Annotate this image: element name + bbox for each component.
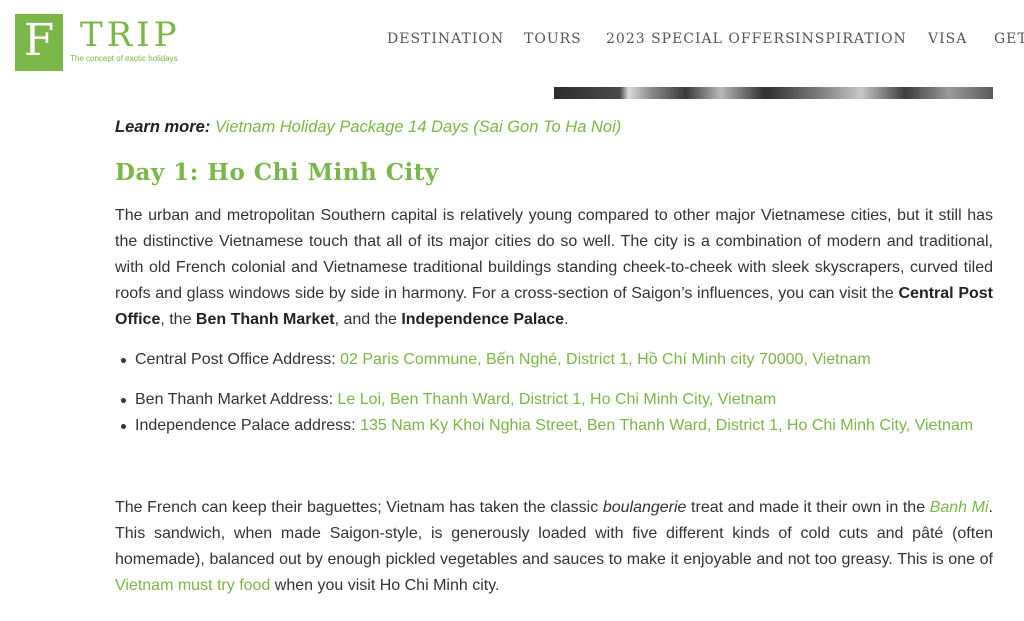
nav-visa[interactable]: VISA <box>928 30 967 48</box>
learn-more-line: Learn more: Vietnam Holiday Package 14 D… <box>115 116 621 138</box>
list-item: Central Post Office Address: 02 Paris Co… <box>115 347 993 373</box>
list-item: Independence Palace address: 135 Nam Ky … <box>115 413 993 439</box>
nav-special-offers[interactable]: 2023 SPECIAL OFFERS <box>606 30 796 48</box>
nav-inspiration[interactable]: INSPIRATION <box>795 30 907 48</box>
logo-letter: F <box>23 15 55 66</box>
intro-paragraph: The urban and metropolitan Southern capi… <box>115 203 993 333</box>
intro-text: . <box>564 311 569 328</box>
list-item: Ben Thanh Market Address: Le Loi, Ben Th… <box>115 387 993 413</box>
address-label: Independence Palace address: <box>135 417 361 434</box>
nav-tours[interactable]: TOURS <box>524 30 582 48</box>
must-try-food-link[interactable]: Vietnam must try food <box>115 577 270 594</box>
address-link[interactable]: 02 Paris Commune, Bến Nghé, District 1, … <box>340 351 871 368</box>
bullet-dot <box>121 358 126 363</box>
logo-tagline: The concept of exotic holidays <box>70 54 178 63</box>
address-link[interactable]: Le Loi, Ben Thanh Ward, District 1, Ho C… <box>337 391 776 408</box>
nav-get[interactable]: GET <box>994 30 1024 48</box>
ben-thanh-market-bold: Ben Thanh Market <box>195 311 335 328</box>
address-label: Ben Thanh Market Address: <box>135 391 338 408</box>
nav-destination[interactable]: DESTINATION <box>387 30 504 48</box>
learn-more-link[interactable]: Vietnam Holiday Package 14 Days (Sai Gon… <box>215 118 621 136</box>
logo-wordmark[interactable]: TRIP <box>80 15 181 55</box>
boulangerie-italic: boulangerie <box>602 499 687 516</box>
independence-palace-bold: Independence Palace <box>401 311 565 328</box>
bullet-dot <box>121 424 126 429</box>
intro-text: , and the <box>334 311 402 328</box>
address-label: Central Post Office Address: <box>135 351 341 368</box>
banh-mi-link[interactable]: Banh Mi <box>930 499 989 516</box>
food-text: treat and made it their own in the <box>686 499 930 516</box>
food-text: The French can keep their baguettes; Vie… <box>115 499 603 516</box>
food-paragraph: The French can keep their baguettes; Vie… <box>115 495 993 599</box>
learn-more-label: Learn more: <box>115 118 215 136</box>
logo-mark[interactable]: F <box>15 14 63 71</box>
address-list: Central Post Office Address: 02 Paris Co… <box>115 347 993 453</box>
address-link[interactable]: 135 Nam Ky Khoi Nghia Street, Ben Thanh … <box>360 417 973 434</box>
intro-text: , the <box>160 311 196 328</box>
day-heading: Day 1: Ho Chi Minh City <box>115 159 439 186</box>
food-text: when you visit Ho Chi Minh city. <box>270 577 500 594</box>
bullet-dot <box>121 398 126 403</box>
intro-text: The urban and metropolitan Southern capi… <box>115 207 993 302</box>
article-image-bottom-edge <box>554 87 993 99</box>
site-header: F TRIP The concept of exotic holidays DE… <box>0 0 1024 87</box>
